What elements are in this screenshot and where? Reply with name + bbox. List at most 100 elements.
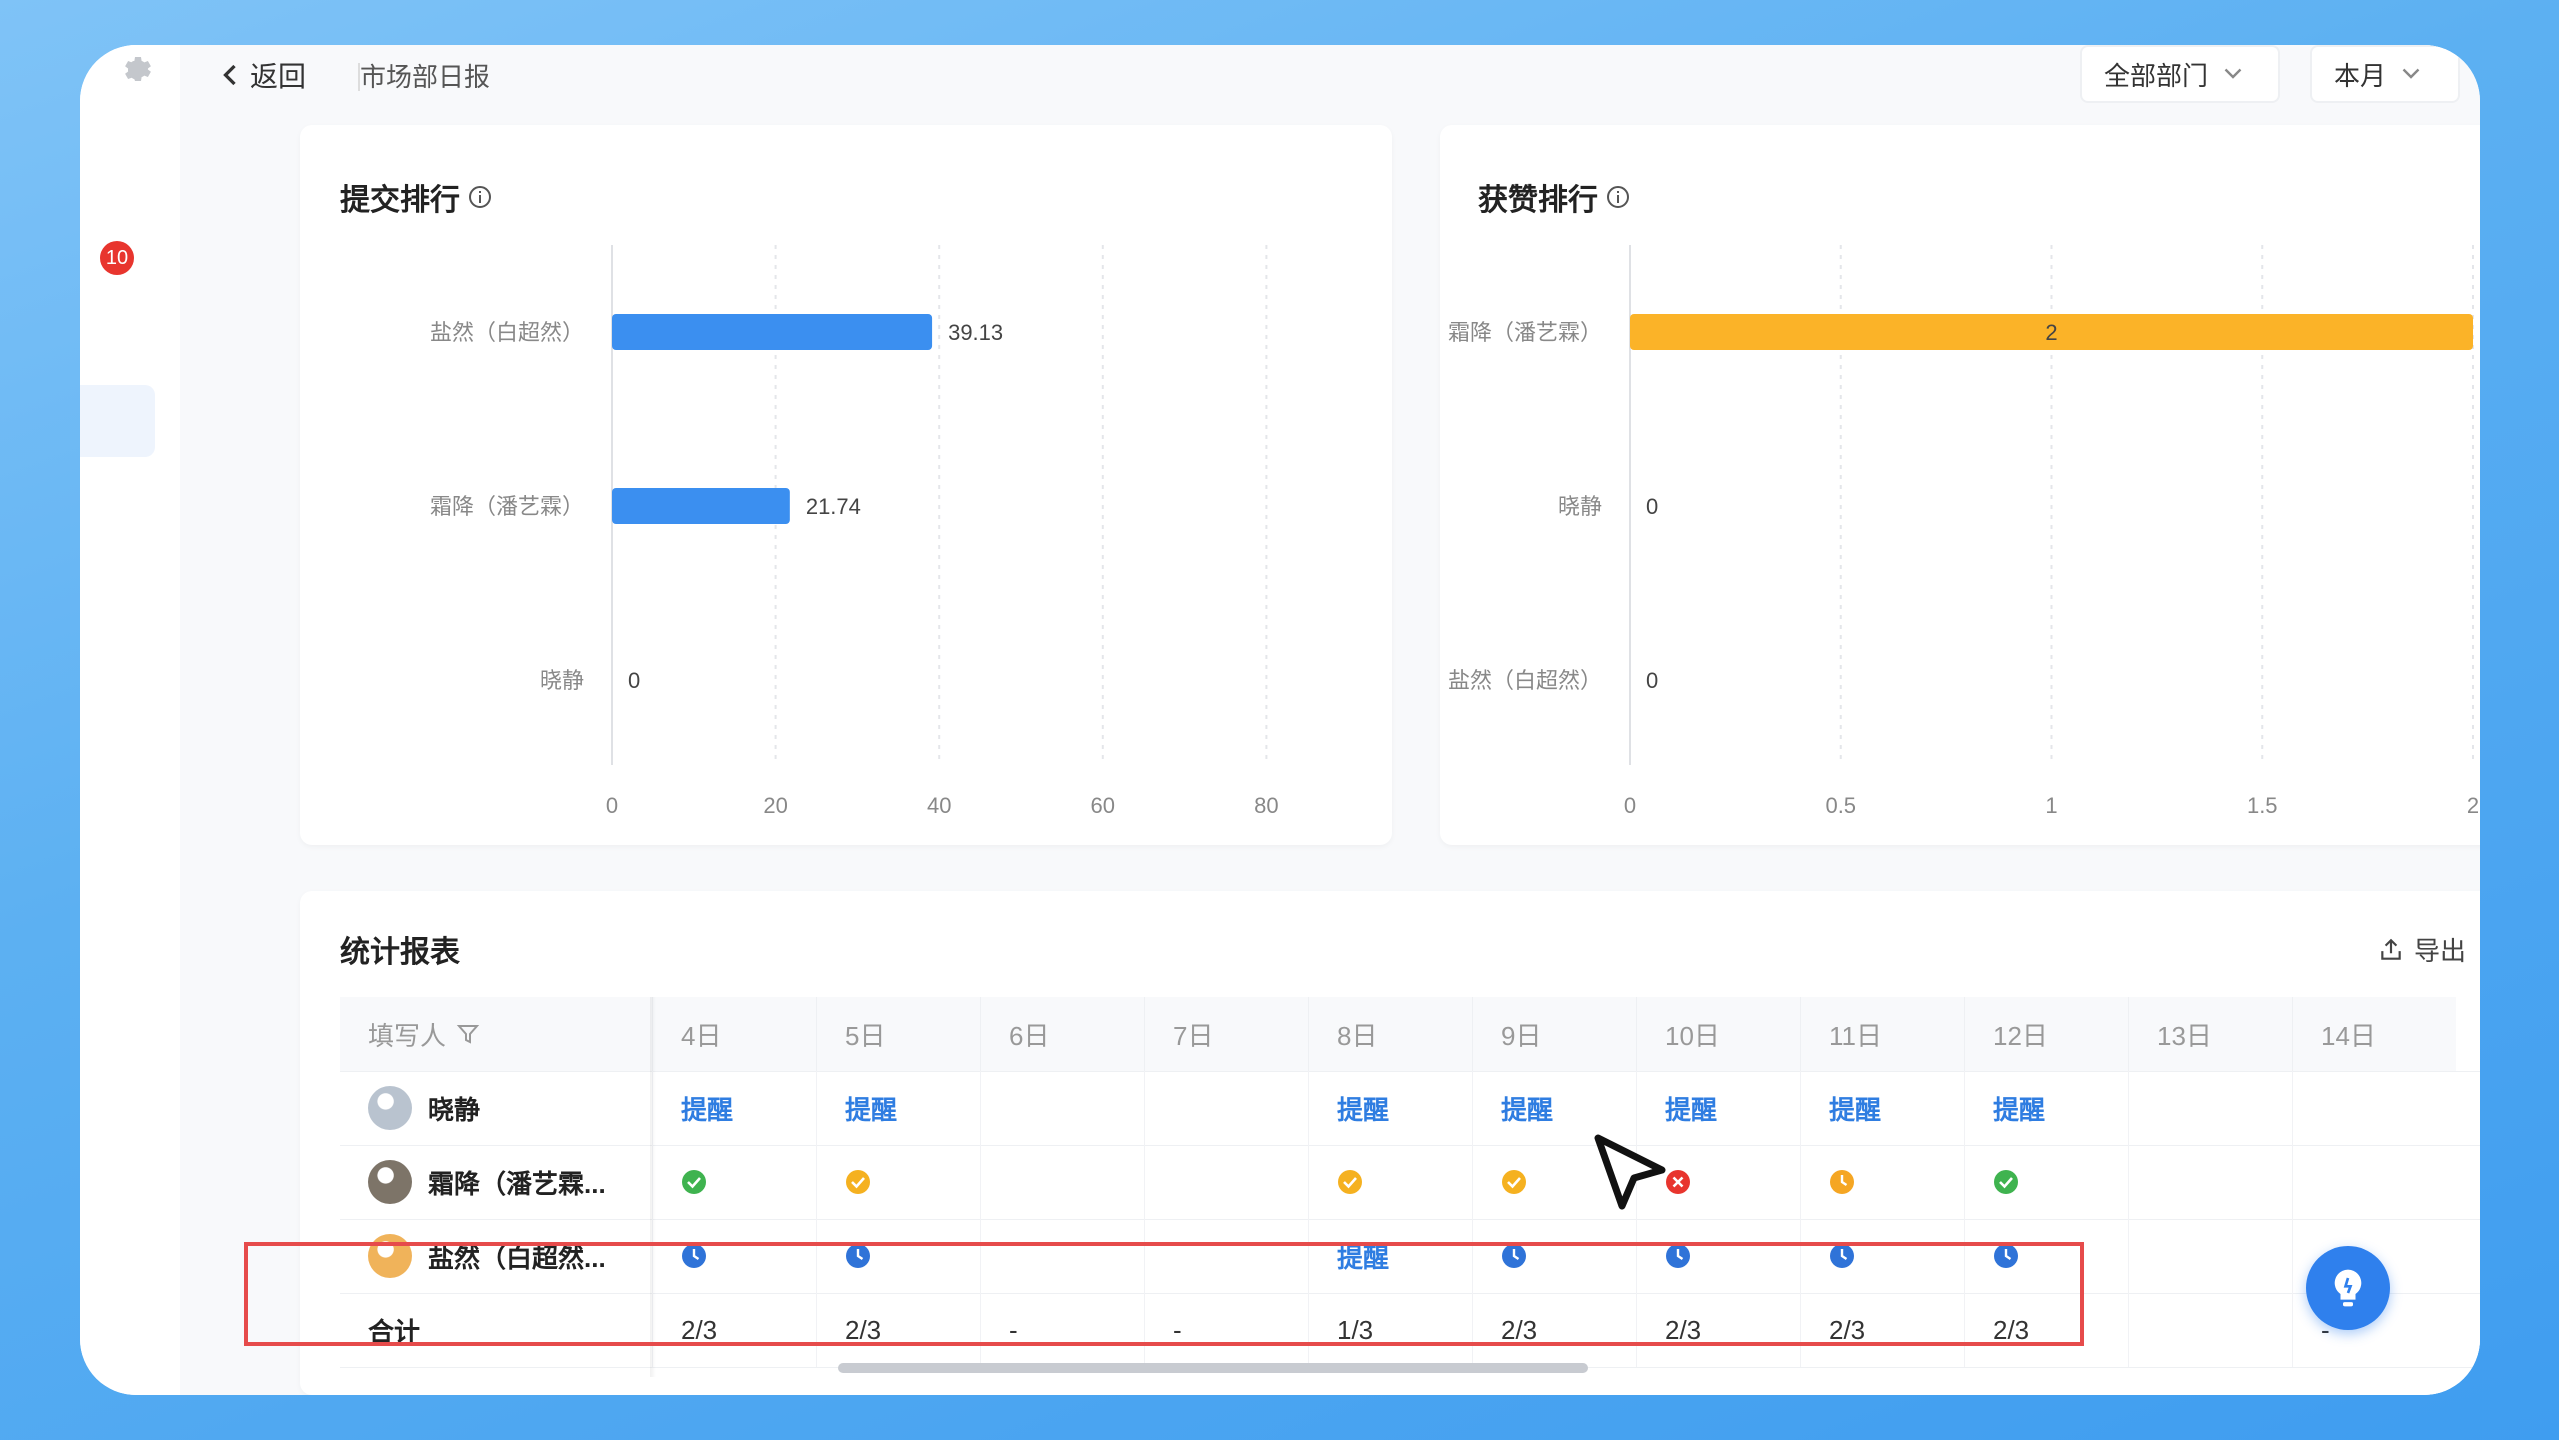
day-header: 12日 [1964,997,2128,1071]
chevron-down-icon [2402,68,2420,79]
chart-x-tick-label: 80 [1254,793,1278,818]
status-cell [652,1145,816,1219]
status-cell [1308,1145,1472,1219]
filler-name[interactable]: 晓静 [368,1086,480,1130]
chevron-down-icon [2224,68,2242,79]
sidebar-active-item[interactable] [80,385,155,457]
day-header: 9日 [1472,997,1636,1071]
chart-x-tick-label: 0 [1624,793,1636,818]
avatar [368,1086,412,1130]
table-header-row: 填写人 4日 5日 6日 7日 8日 9日 10日 11日 12日 13日 14日 [340,997,2480,1072]
top-bar: 返回 市场部日报 全部部门 本月 [180,45,2480,115]
remind-link[interactable]: 提醒 [1337,1090,1389,1127]
chart-value-label: 0 [1646,494,1658,519]
status-cell[interactable]: 提醒 [1800,1071,1964,1145]
chart-x-tick-label: 60 [1091,793,1115,818]
gear-icon[interactable] [120,51,156,87]
chart-bar[interactable] [612,314,933,350]
export-icon [2381,938,2401,960]
department-select[interactable]: 全部部门 [2080,45,2280,103]
report-title: 统计报表 [340,936,460,969]
late-check-icon[interactable] [845,1169,871,1195]
status-cell [2292,1145,2456,1219]
filler-header[interactable]: 填写人 [340,997,652,1071]
chart-value-label: 2 [2045,320,2057,345]
day-header: 7日 [1144,997,1308,1071]
status-cell [1144,1145,1308,1219]
period-select-value: 本月 [2334,60,2387,91]
chart-category-label: 晓静 [1558,494,1602,519]
late-check-icon[interactable] [1501,1169,1527,1195]
filler-name-text: 晓静 [428,1094,481,1125]
remind-link[interactable]: 提醒 [681,1090,733,1127]
chart-category-label: 盐然（白超然） [1448,668,1602,693]
chevron-left-icon [223,64,236,86]
submit-ranking-chart: 020406080100%盐然（白超然）39.13霜降（潘艺霖）21.74晓静0 [430,245,1279,818]
filler-name-text: 霜降（潘艺霖... [428,1168,606,1199]
chart-category-label: 霜降（潘艺霖） [430,494,584,519]
chart-x-tick-label: 0.5 [1825,793,1856,818]
status-cell [980,1145,1144,1219]
remind-link[interactable]: 提醒 [1829,1090,1881,1127]
chart-x-tick-label: 1 [2045,793,2057,818]
status-cell [980,1071,1144,1145]
total-cell [2128,1293,2292,1367]
mouse-cursor-icon [1594,1134,1666,1210]
submit-ranking-card: 提交排行 020406080100%盐然（白超然）39.13霜降（潘艺霖）21.… [300,125,1392,845]
chart-value-label: 0 [628,668,640,693]
filter-icon[interactable] [456,1022,480,1046]
status-cell [2128,1219,2292,1293]
day-header: 14日 [2292,997,2456,1071]
status-cell [2292,1071,2456,1145]
app-window: 10 返回 市场部日报 全部部门 本月 提交排行 0 20 40 60 80 盐… [80,45,2480,1395]
day-header: 13日 [2128,997,2292,1071]
export-button[interactable]: 导出 [2378,931,2466,968]
chart-category-label: 盐然（白超然） [430,320,584,345]
chart-x-tick-label: 2 [2467,793,2479,818]
total-row-highlight [244,1242,2084,1346]
pending-clock-orange-icon[interactable] [1829,1169,1855,1195]
day-header: 5日 [816,997,980,1071]
status-cell [1964,1145,2128,1219]
filler-header-label: 填写人 [368,1020,447,1051]
day-header: 10日 [1636,997,1800,1071]
day-header: 4日 [652,997,816,1071]
chart-x-tick-label: 40 [927,793,951,818]
lightbulb-icon [2334,1269,2362,1307]
remind-link[interactable]: 提醒 [845,1090,897,1127]
submitted-check-icon[interactable] [681,1169,707,1195]
main-content: 返回 市场部日报 全部部门 本月 提交排行 020406080100%盐然（白超… [180,45,2480,1395]
help-button[interactable] [2306,1246,2390,1330]
back-button[interactable]: 返回 [220,53,306,97]
status-cell[interactable]: 提醒 [1964,1071,2128,1145]
avatar [368,1160,412,1204]
status-cell[interactable]: 提醒 [1308,1071,1472,1145]
chart-x-tick-label: 20 [763,793,787,818]
status-cell[interactable]: 提醒 [816,1071,980,1145]
period-select[interactable]: 本月 [2310,45,2460,103]
filler-name[interactable]: 霜降（潘艺霖... [368,1160,606,1204]
status-cell [2128,1071,2292,1145]
filler-cell: 晓静 [340,1071,652,1145]
late-check-icon[interactable] [1337,1169,1363,1195]
status-cell[interactable]: 提醒 [652,1071,816,1145]
breadcrumb: 市场部日报 [360,62,491,92]
day-header: 11日 [1800,997,1964,1071]
submitted-check-icon[interactable] [1993,1169,2019,1195]
back-label: 返回 [250,61,307,92]
table-row: 霜降（潘艺霖... [340,1145,2480,1220]
status-cell [816,1145,980,1219]
chart-category-label: 霜降（潘艺霖） [1448,320,1602,345]
notification-badge[interactable]: 10 [100,241,134,275]
sidebar: 10 [80,45,180,1395]
remind-link[interactable]: 提醒 [1993,1090,2045,1127]
remind-link[interactable]: 提醒 [1665,1090,1717,1127]
like-ranking-chart: 0 0.5 1 1.5 2 霜降（潘艺霖） 2 晓静 0 盐然（白超然） 0 [1448,245,2479,818]
filler-cell: 霜降（潘艺霖... [340,1145,652,1219]
chart-bar[interactable] [612,488,790,524]
chart-x-tick-label: 0 [606,793,618,818]
status-cell [2128,1145,2292,1219]
remind-link[interactable]: 提醒 [1501,1090,1553,1127]
like-ranking-card: 获赞排行 0 0.5 1 1.5 2 霜降（潘艺霖） 2 晓静 0 盐然（白超然） 0 [1440,125,2480,845]
horizontal-scrollbar[interactable] [838,1363,1588,1373]
